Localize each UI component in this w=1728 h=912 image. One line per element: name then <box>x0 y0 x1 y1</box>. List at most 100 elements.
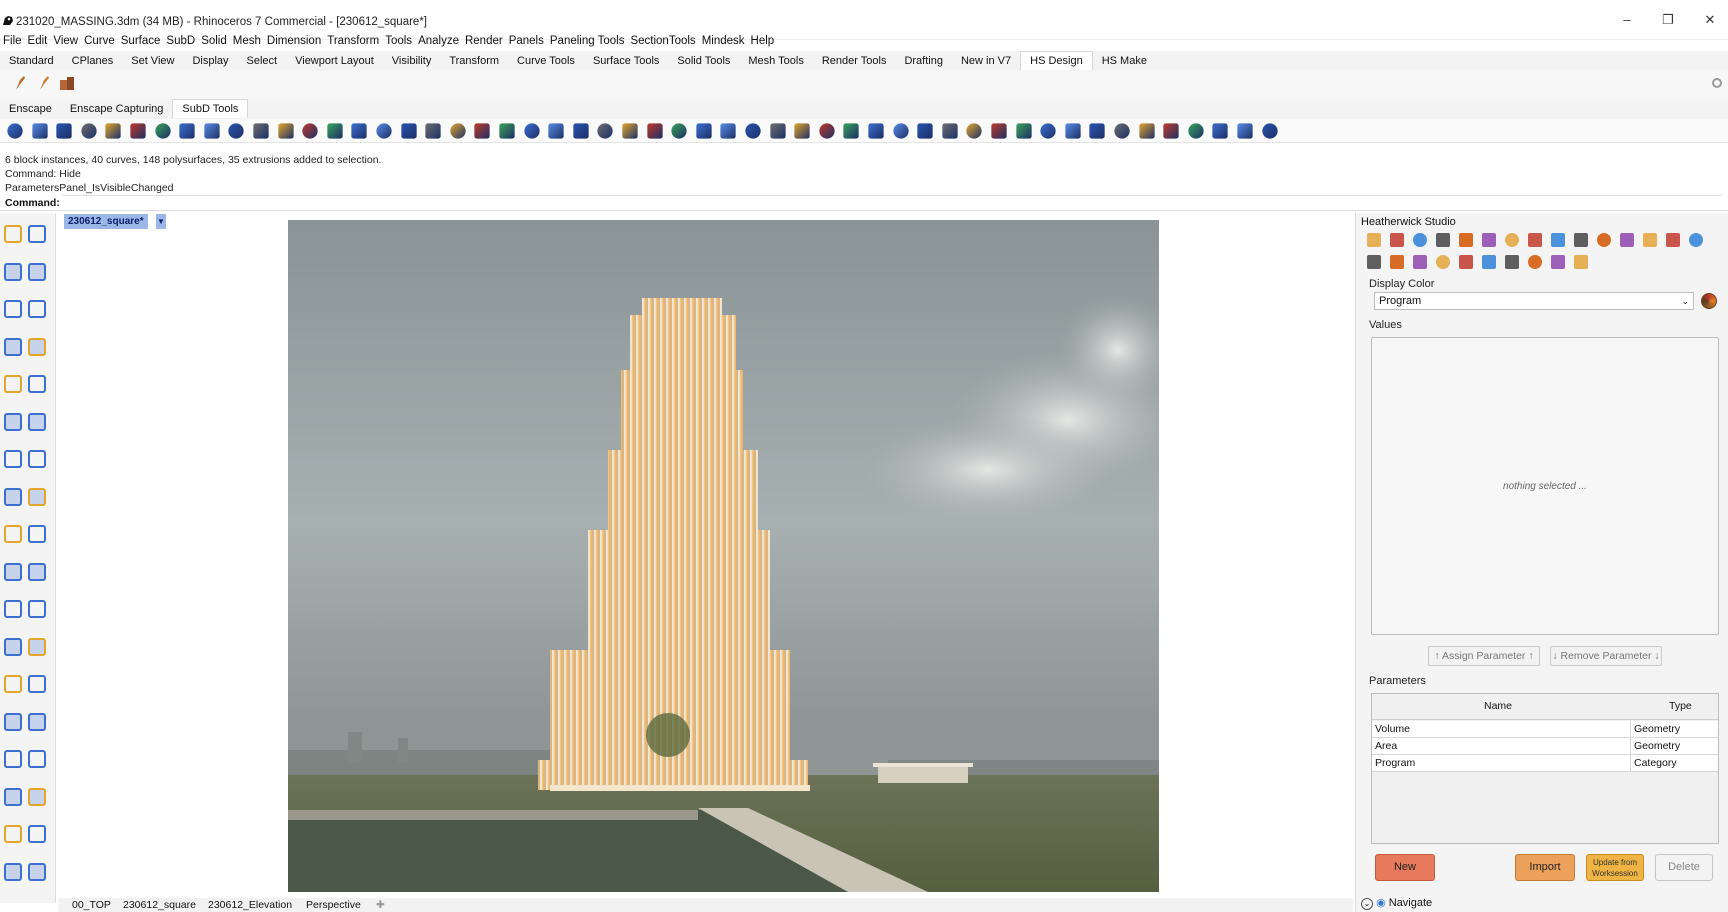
left-tool-icon[interactable] <box>28 750 46 768</box>
panel-tool-icon[interactable] <box>1436 233 1450 247</box>
panel-tool-icon[interactable] <box>1666 233 1680 247</box>
menu-mesh[interactable]: Mesh <box>230 33 264 49</box>
subd-tool-icon[interactable] <box>228 123 245 139</box>
tab-select[interactable]: Select <box>238 51 287 71</box>
left-tool-icon[interactable] <box>28 525 46 543</box>
header-name[interactable]: Name <box>1484 700 1512 712</box>
left-tool-icon[interactable] <box>4 675 22 693</box>
panel-tool-icon[interactable] <box>1574 255 1588 269</box>
panel-tool-icon[interactable] <box>1390 255 1404 269</box>
subd-tool-icon[interactable] <box>892 123 909 139</box>
subd-tool-icon[interactable] <box>7 123 23 139</box>
subd-tool-icon[interactable] <box>105 123 122 139</box>
left-tool-icon[interactable] <box>28 375 46 393</box>
subd-tool-icon[interactable] <box>1212 123 1229 139</box>
subd-tool-icon[interactable] <box>154 123 171 139</box>
tab-mesh-tools[interactable]: Mesh Tools <box>739 51 812 71</box>
import-button[interactable]: Import <box>1515 854 1575 881</box>
assign-parameter-button[interactable]: ↑ Assign Parameter ↑ <box>1428 646 1540 666</box>
menu-file[interactable]: File <box>0 33 25 49</box>
subd-tool-icon[interactable] <box>646 123 663 139</box>
left-tool-icon[interactable] <box>28 712 46 731</box>
subd-tool-icon[interactable] <box>1261 123 1278 139</box>
menu-sectiontools[interactable]: SectionTools <box>627 33 698 49</box>
subd-tool-icon[interactable] <box>622 123 638 139</box>
subd-tool-icon[interactable] <box>917 123 933 139</box>
panel-tool-icon[interactable] <box>1482 233 1496 247</box>
subd-tool-icon[interactable] <box>499 123 515 139</box>
panel-tool-icon[interactable] <box>1459 233 1473 247</box>
minimize-button[interactable]: – <box>1616 12 1638 30</box>
subd-tool-icon[interactable] <box>253 123 269 139</box>
tab-set-view[interactable]: Set View <box>122 51 183 71</box>
left-tool-icon[interactable] <box>4 300 22 318</box>
panel-tool-icon[interactable] <box>1436 255 1450 269</box>
subd-tool-icon[interactable] <box>720 123 737 139</box>
left-tool-icon[interactable] <box>4 787 22 806</box>
subd-tool-icon[interactable] <box>966 123 983 139</box>
left-tool-icon[interactable] <box>28 637 46 656</box>
tab-viewport-layout[interactable]: Viewport Layout <box>286 51 383 71</box>
subd-tool-icon[interactable] <box>671 123 687 139</box>
subd-tool-icon[interactable] <box>277 123 294 139</box>
brush-alt-icon[interactable] <box>36 74 54 92</box>
tab-enscape[interactable]: Enscape <box>0 99 61 119</box>
table-row[interactable]: Program Category <box>1372 755 1718 772</box>
subd-tool-icon[interactable] <box>204 123 220 139</box>
status-layer-top[interactable]: 00_TOP <box>72 899 111 911</box>
panel-tool-icon[interactable] <box>1505 233 1519 247</box>
menu-solid[interactable]: Solid <box>198 33 230 49</box>
subd-tool-icon[interactable] <box>819 123 835 139</box>
menu-transform[interactable]: Transform <box>324 33 382 49</box>
left-tool-icon[interactable] <box>28 487 46 506</box>
subd-tool-icon[interactable] <box>1015 123 1032 139</box>
status-elevation[interactable]: 230612_Elevation <box>208 899 292 911</box>
panel-tool-icon[interactable] <box>1689 233 1703 247</box>
left-tool-icon[interactable] <box>28 412 46 431</box>
subd-tool-icon[interactable] <box>696 123 712 139</box>
subd-tool-icon[interactable] <box>376 123 392 139</box>
left-tool-icon[interactable] <box>4 750 22 768</box>
subd-tool-icon[interactable] <box>1138 123 1155 139</box>
color-wheel-icon[interactable] <box>1701 293 1717 309</box>
tab-surface-tools[interactable]: Surface Tools <box>584 51 668 71</box>
header-type[interactable]: Type <box>1669 700 1692 712</box>
left-tool-icon[interactable] <box>28 300 46 318</box>
panel-tool-icon[interactable] <box>1413 233 1427 247</box>
left-tool-icon[interactable] <box>28 562 46 581</box>
tab-transform[interactable]: Transform <box>440 51 508 71</box>
panel-tool-icon[interactable] <box>1505 255 1519 269</box>
subd-tool-icon[interactable] <box>425 123 441 139</box>
menu-subd[interactable]: SubD <box>163 33 198 49</box>
left-tool-icon[interactable] <box>4 712 22 731</box>
panel-tool-icon[interactable] <box>1367 233 1381 247</box>
menu-paneling-tools[interactable]: Paneling Tools <box>547 33 628 49</box>
subd-tool-icon[interactable] <box>1089 123 1106 139</box>
menu-mindesk[interactable]: Mindesk <box>699 33 748 49</box>
panel-tool-icon[interactable] <box>1597 233 1611 247</box>
left-tool-icon[interactable] <box>4 225 22 243</box>
subd-tool-icon[interactable] <box>1237 123 1253 139</box>
panel-tool-icon[interactable] <box>1574 233 1588 247</box>
panel-tool-icon[interactable] <box>1643 233 1657 247</box>
subd-tool-icon[interactable] <box>794 123 810 139</box>
panel-tool-icon[interactable] <box>1620 233 1634 247</box>
subd-tool-icon[interactable] <box>991 123 1007 139</box>
tab-curve-tools[interactable]: Curve Tools <box>508 51 584 71</box>
left-tool-icon[interactable] <box>4 450 22 468</box>
subd-tool-icon[interactable] <box>769 123 786 139</box>
subd-tool-icon[interactable] <box>81 123 97 139</box>
table-row[interactable]: Area Geometry <box>1372 738 1718 755</box>
panel-tool-icon[interactable] <box>1482 255 1496 269</box>
menu-dimension[interactable]: Dimension <box>264 33 324 49</box>
subd-tool-icon[interactable] <box>302 123 318 139</box>
subd-tool-icon[interactable] <box>1065 123 1081 139</box>
panel-tool-icon[interactable] <box>1551 255 1565 269</box>
subd-tool-icon[interactable] <box>523 123 540 139</box>
subd-tool-icon[interactable] <box>400 123 417 139</box>
subd-tool-icon[interactable] <box>179 123 195 139</box>
left-tool-icon[interactable] <box>4 337 22 356</box>
subd-tool-icon[interactable] <box>130 123 146 139</box>
left-tool-icon[interactable] <box>28 787 46 806</box>
menu-edit[interactable]: Edit <box>25 33 51 49</box>
